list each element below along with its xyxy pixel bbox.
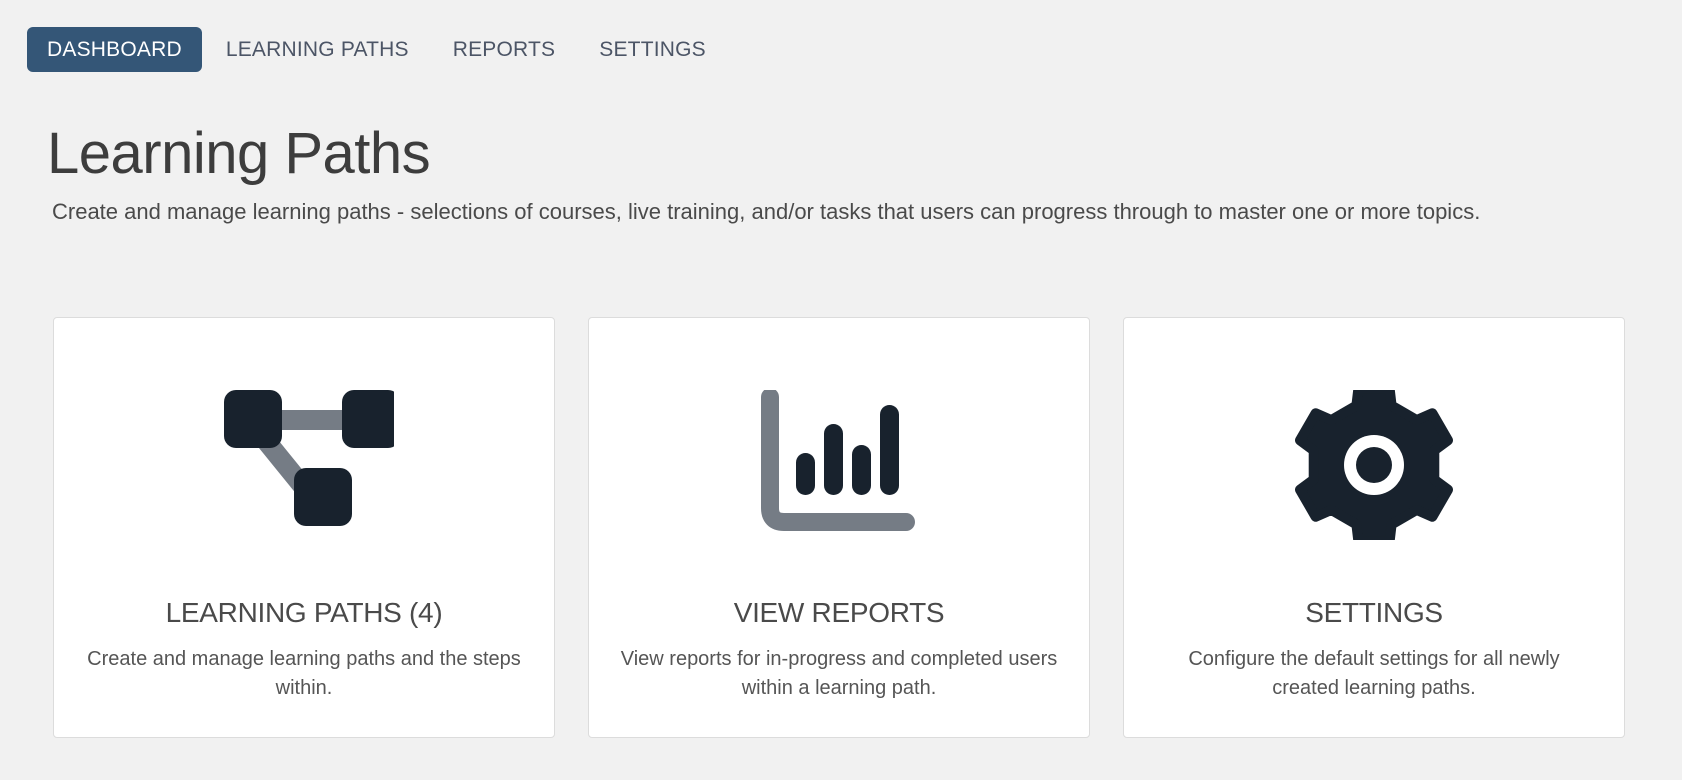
nav-dashboard[interactable]: DASHBOARD [27,27,202,72]
network-nodes-icon [214,390,394,540]
page-title: Learning Paths [47,121,431,186]
learning-paths-card[interactable]: LEARNING PATHS (4) Create and manage lea… [53,317,555,738]
bar-chart-icon [749,390,929,540]
gear-center [1356,447,1392,483]
gear-icon [1284,390,1464,540]
settings-card[interactable]: SETTINGS Configure the default settings … [1123,317,1625,738]
card-grid: LEARNING PATHS (4) Create and manage lea… [53,317,1625,738]
nav-settings[interactable]: SETTINGS [579,27,726,72]
card-title: SETTINGS [1305,597,1443,628]
card-title: VIEW REPORTS [733,597,945,628]
nav-reports[interactable]: REPORTS [433,27,576,72]
nav-learning-paths[interactable]: LEARNING PATHS [206,27,429,72]
card-description: View reports for in-progress and complet… [620,648,1058,699]
page-subtitle: Create and manage learning paths - selec… [52,199,1481,224]
view-reports-card[interactable]: VIEW REPORTS View reports for in-progres… [588,317,1090,738]
card-title: LEARNING PATHS (4) [165,597,443,628]
card-description: Configure the default settings for all n… [1188,648,1560,699]
card-description: Create and manage learning paths and the… [87,648,521,699]
top-nav: DASHBOARD LEARNING PATHS REPORTS SETTING… [27,27,730,72]
